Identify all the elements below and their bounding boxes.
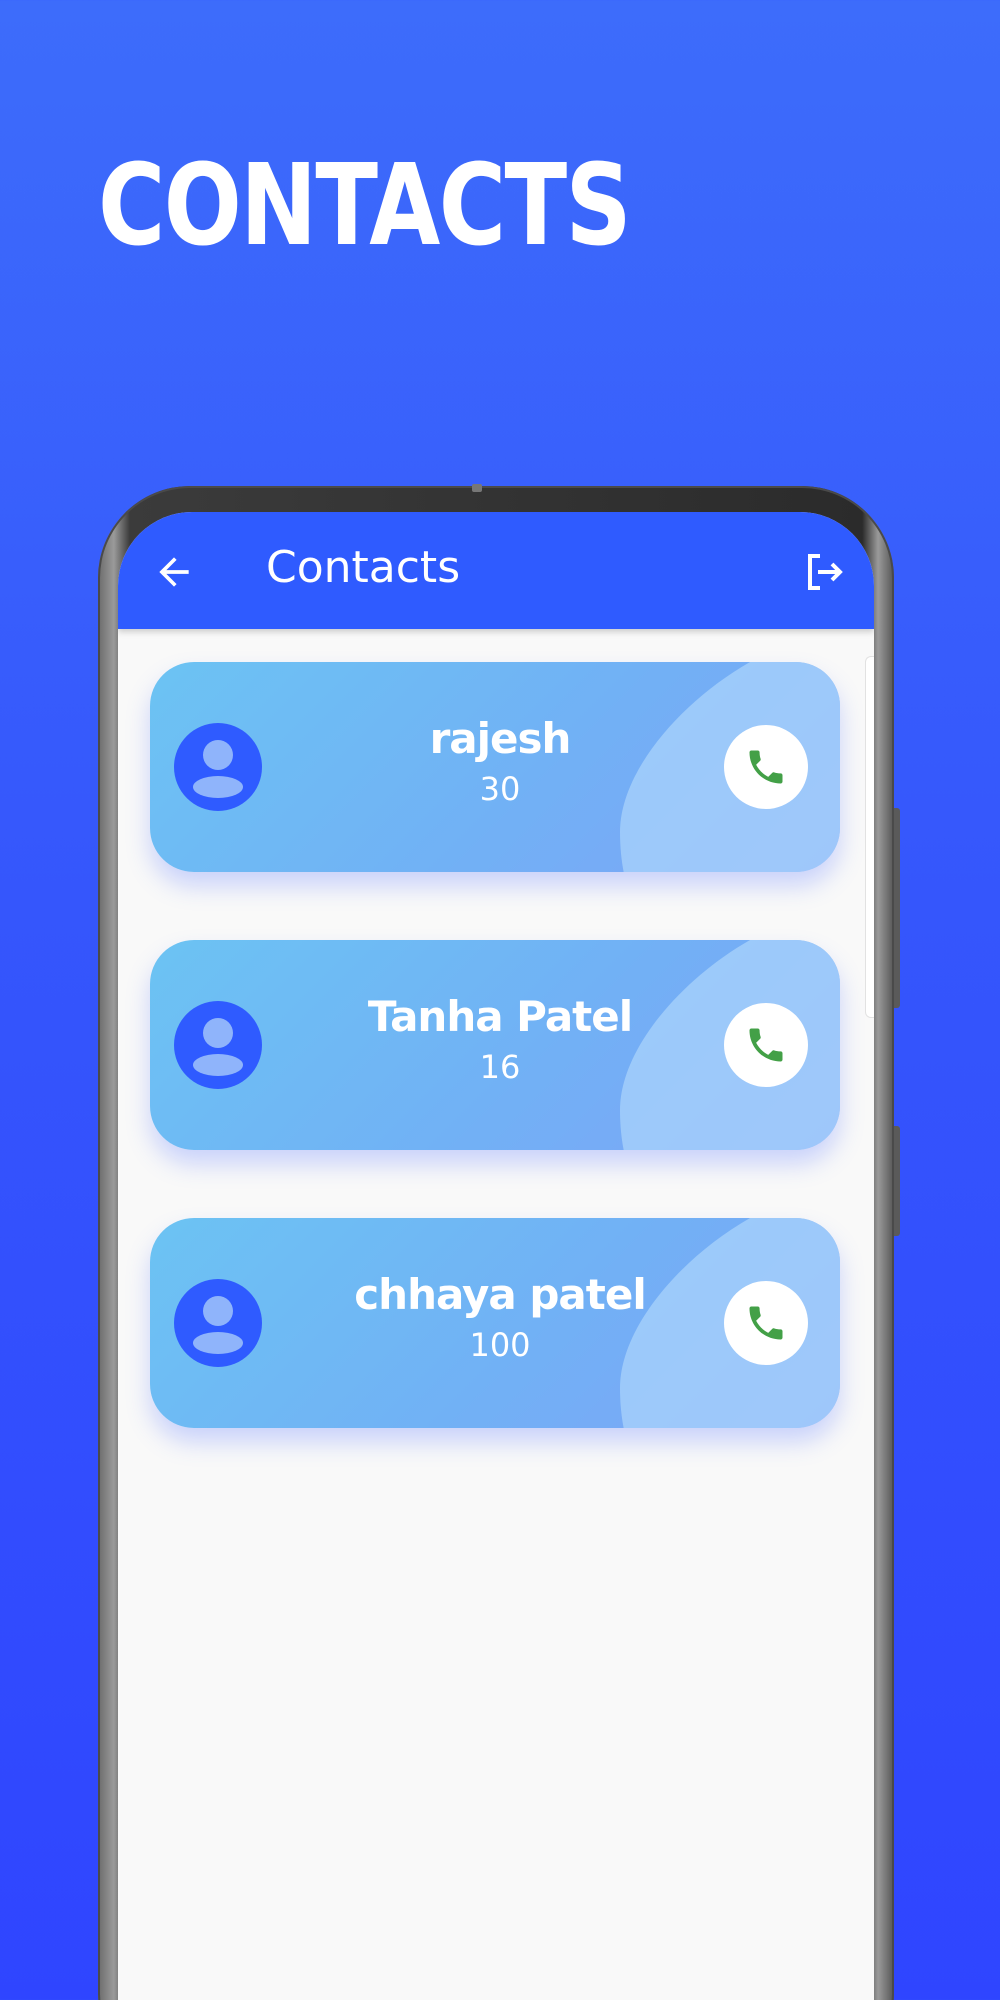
- phone-icon: [749, 750, 783, 784]
- phone-icon: [749, 1028, 783, 1062]
- arrow-left-icon: [159, 557, 189, 587]
- call-button[interactable]: [724, 1281, 808, 1365]
- contact-card[interactable]: chhaya patel 100: [150, 1218, 840, 1428]
- logout-button[interactable]: [800, 548, 848, 596]
- contact-age: 16: [479, 1048, 521, 1086]
- app-bar: Contacts: [118, 512, 874, 629]
- phone-volume-button: [894, 808, 900, 1008]
- avatar-icon: [174, 723, 262, 811]
- phone-frame: Contacts rajesh 30 Tanha Patel 16 chhaya…: [98, 484, 900, 2000]
- app-bar-title: Contacts: [266, 542, 461, 593]
- phone-icon: [749, 1306, 783, 1340]
- contact-name: rajesh: [429, 714, 572, 763]
- contact-name: Tanha Patel: [367, 992, 633, 1041]
- contact-card[interactable]: Tanha Patel 16: [150, 940, 840, 1150]
- scrollbar[interactable]: [865, 656, 874, 1018]
- call-button[interactable]: [724, 725, 808, 809]
- contact-card[interactable]: rajesh 30: [150, 662, 840, 872]
- contact-age: 100: [469, 1326, 531, 1364]
- avatar-icon: [174, 1001, 262, 1089]
- logout-icon: [808, 554, 843, 590]
- contact-age: 30: [479, 770, 521, 808]
- phone-top-mark: [472, 484, 482, 492]
- back-button[interactable]: [152, 550, 196, 594]
- phone-power-button: [894, 1126, 900, 1236]
- promo-title: CONTACTS: [98, 141, 632, 271]
- contact-list: rajesh 30 Tanha Patel 16 chhaya patel 10…: [150, 662, 840, 1496]
- avatar-icon: [174, 1279, 262, 1367]
- call-button[interactable]: [724, 1003, 808, 1087]
- phone-screen: Contacts rajesh 30 Tanha Patel 16 chhaya…: [118, 512, 874, 2000]
- contact-name: chhaya patel: [354, 1270, 646, 1319]
